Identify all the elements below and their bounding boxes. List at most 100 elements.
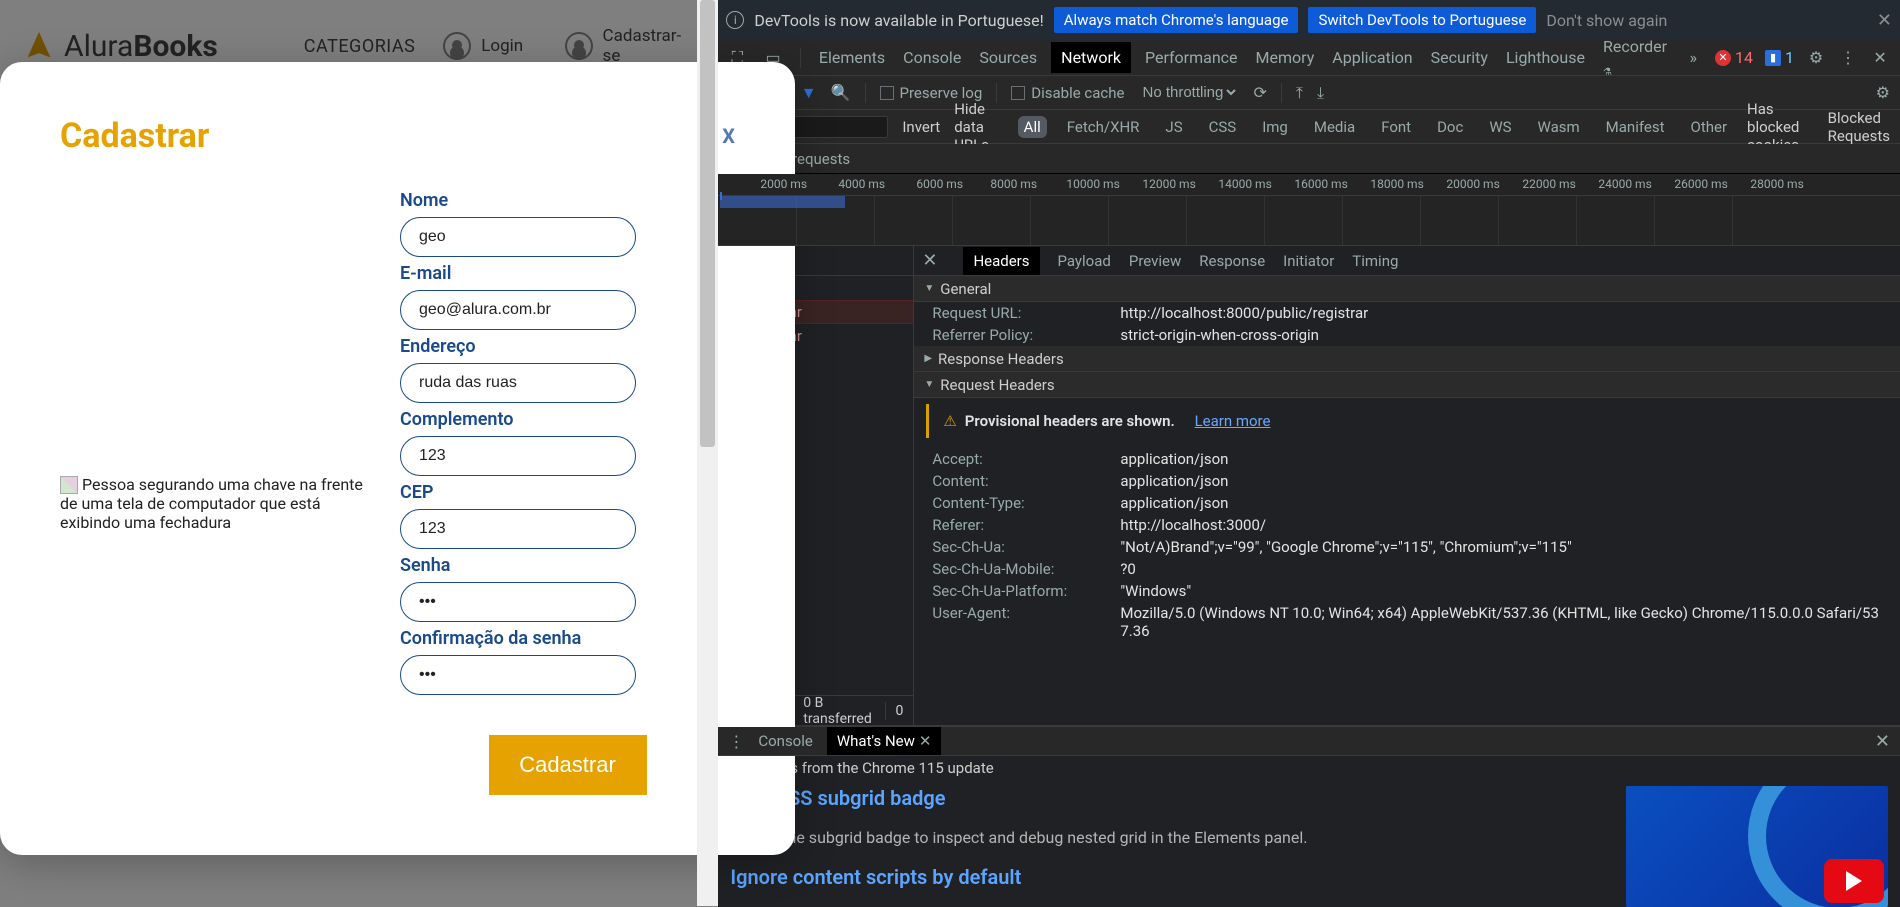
filter-type-media[interactable]: Media xyxy=(1308,116,1361,138)
close-devtools-icon[interactable]: ✕ xyxy=(1870,48,1890,68)
tab-security[interactable]: Security xyxy=(1431,48,1488,67)
network-toolbar: ⊘ ▼ 🔍 Preserve log Disable cache No thro… xyxy=(718,76,1900,110)
drawer-tabs: ⋮ Console What's New✕ ✕ xyxy=(718,727,1900,756)
provisional-warning: ⚠Provisional headers are shown. Learn mo… xyxy=(926,404,1888,438)
switch-lang-button[interactable]: Switch DevTools to Portuguese xyxy=(1308,7,1536,33)
tab-performance[interactable]: Performance xyxy=(1145,48,1238,67)
video-thumbnail[interactable] xyxy=(1626,786,1888,907)
close-tab-icon[interactable]: ✕ xyxy=(919,732,932,750)
tab-timing[interactable]: Timing xyxy=(1352,252,1398,270)
tab-payload[interactable]: Payload xyxy=(1058,252,1111,270)
kv-user-agent: User-Agent:Mozilla/5.0 (Windows NT 10.0;… xyxy=(914,602,1900,642)
kv-accept: Accept:application/json xyxy=(914,448,1900,470)
kebab-icon[interactable]: ⋮ xyxy=(1838,48,1858,68)
wifi-icon[interactable]: ⟳ xyxy=(1253,83,1266,102)
tab-network[interactable]: Network xyxy=(1051,42,1131,73)
error-count[interactable]: ✕14 xyxy=(1715,48,1753,67)
import-icon[interactable]: ⤒ xyxy=(1296,83,1303,103)
tab-application[interactable]: Application xyxy=(1332,48,1412,67)
export-icon[interactable]: ⤓ xyxy=(1317,83,1324,103)
settings-gear-icon[interactable]: ⚙ xyxy=(1876,83,1890,102)
nome-input[interactable] xyxy=(400,217,636,257)
play-icon xyxy=(1824,859,1884,903)
drawer-menu-icon[interactable]: ⋮ xyxy=(728,732,744,751)
gear-icon[interactable]: ⚙ xyxy=(1806,48,1826,68)
senha-input[interactable] xyxy=(400,582,636,622)
learn-more-link[interactable]: Learn more xyxy=(1195,412,1271,430)
filter-type-all[interactable]: All xyxy=(1018,116,1047,138)
complemento-input[interactable] xyxy=(400,436,636,476)
signup-form: Nome E-mail Endereço Complemento CEP Sen… xyxy=(400,186,735,821)
filter-type-doc[interactable]: Doc xyxy=(1431,116,1469,138)
signup-modal: Cadastrar X Pessoa segurando uma chave n… xyxy=(0,62,795,855)
throttling-select[interactable]: No throttling xyxy=(1138,83,1239,102)
modal-illustration: Pessoa segurando uma chave na frente de … xyxy=(60,186,370,821)
nome-label: Nome xyxy=(400,190,735,211)
section-request-headers[interactable]: ▼Request Headers xyxy=(914,372,1900,398)
timeline-overview[interactable]: 2000 ms 4000 ms 6000 ms 8000 ms 10000 ms… xyxy=(718,174,1900,246)
kv-request-url: Request URL:http://localhost:8000/public… xyxy=(914,302,1900,324)
kv-content: Content:application/json xyxy=(914,470,1900,492)
modal-title: Cadastrar xyxy=(60,116,209,156)
filter-type-wasm[interactable]: Wasm xyxy=(1532,116,1586,138)
submit-button[interactable]: Cadastrar xyxy=(489,735,647,795)
request-detail: ✕ Headers Payload Preview Response Initi… xyxy=(914,246,1900,725)
search-icon[interactable]: 🔍 xyxy=(831,83,851,102)
filter-type-manifest[interactable]: Manifest xyxy=(1600,116,1671,138)
invert-checkbox[interactable]: Invert xyxy=(902,118,940,136)
banner-close-button[interactable]: ✕ xyxy=(1877,10,1892,31)
filter-type-css[interactable]: CSS xyxy=(1203,116,1243,138)
drawer-tab-whatsnew[interactable]: What's New✕ xyxy=(827,727,942,755)
filter-type-img[interactable]: Img xyxy=(1256,116,1294,138)
network-view: Name ws registrar registrar 3 requests 0… xyxy=(718,246,1900,725)
issue-count[interactable]: ▮1 xyxy=(1765,48,1794,67)
section-response-headers[interactable]: ▶Response Headers xyxy=(914,346,1900,372)
tab-recorder[interactable]: Recorder ⚗ xyxy=(1603,37,1672,78)
drawer-subtitle: Highlights from the Chrome 115 update xyxy=(718,756,1900,780)
email-input[interactable] xyxy=(400,290,636,330)
kv-referer: Referer:http://localhost:3000/ xyxy=(914,514,1900,536)
complemento-label: Complemento xyxy=(400,409,735,430)
filter-toggle-icon[interactable]: ▼ xyxy=(801,83,817,103)
tabs-more[interactable]: » xyxy=(1690,48,1698,67)
tab-response[interactable]: Response xyxy=(1199,252,1265,270)
third-party-row: 3rd-party requests xyxy=(718,144,1900,174)
drawer-close-icon[interactable]: ✕ xyxy=(1875,731,1890,752)
tab-initiator[interactable]: Initiator xyxy=(1283,252,1334,270)
detail-close-icon[interactable]: ✕ xyxy=(922,250,937,271)
tab-headers[interactable]: Headers xyxy=(963,247,1039,275)
dont-show-button[interactable]: Don't show again xyxy=(1546,11,1667,30)
warning-icon: ⚠ xyxy=(943,412,956,430)
tab-sources[interactable]: Sources xyxy=(979,48,1037,67)
kv-content-type: Content-Type:application/json xyxy=(914,492,1900,514)
filter-type-other[interactable]: Other xyxy=(1685,116,1734,138)
section-general[interactable]: ▼General xyxy=(914,276,1900,302)
endereco-input[interactable] xyxy=(400,363,636,403)
tab-elements[interactable]: Elements xyxy=(819,48,885,67)
tab-lighthouse[interactable]: Lighthouse xyxy=(1506,48,1585,67)
modal-close-button[interactable]: X xyxy=(722,124,735,148)
whatsnew-paragraph-1: Enable the subgrid badge to inspect and … xyxy=(730,828,1606,847)
scrollbar-thumb[interactable] xyxy=(700,0,715,447)
page-scrollbar[interactable] xyxy=(697,0,718,906)
tab-memory[interactable]: Memory xyxy=(1256,48,1315,67)
disable-cache-checkbox[interactable]: Disable cache xyxy=(1011,84,1124,102)
tab-console[interactable]: Console xyxy=(903,48,961,67)
network-filter-bar: Invert Hide data URLs All Fetch/XHR JS C… xyxy=(718,110,1900,144)
filter-type-js[interactable]: JS xyxy=(1159,116,1188,138)
broken-image-icon: Pessoa segurando uma chave na frente de … xyxy=(60,475,370,532)
confirma-label: Confirmação da senha xyxy=(400,628,735,649)
always-match-button[interactable]: Always match Chrome's language xyxy=(1054,7,1299,33)
blocked-requests-checkbox[interactable]: Blocked Requests xyxy=(1828,109,1890,145)
info-icon: i xyxy=(726,11,744,29)
tab-preview[interactable]: Preview xyxy=(1129,252,1181,270)
whatsnew-heading-2: Ignore content scripts by default xyxy=(730,865,1606,889)
filter-type-fetch[interactable]: Fetch/XHR xyxy=(1061,116,1146,138)
cep-input[interactable] xyxy=(400,509,636,549)
filter-type-font[interactable]: Font xyxy=(1375,116,1417,138)
whatsnew-heading-1: New CSS subgrid badge xyxy=(730,786,1606,810)
timeline-selection[interactable] xyxy=(720,196,845,208)
drawer-tab-console[interactable]: Console xyxy=(758,732,813,750)
filter-type-ws[interactable]: WS xyxy=(1483,116,1517,138)
confirma-input[interactable] xyxy=(400,655,636,695)
